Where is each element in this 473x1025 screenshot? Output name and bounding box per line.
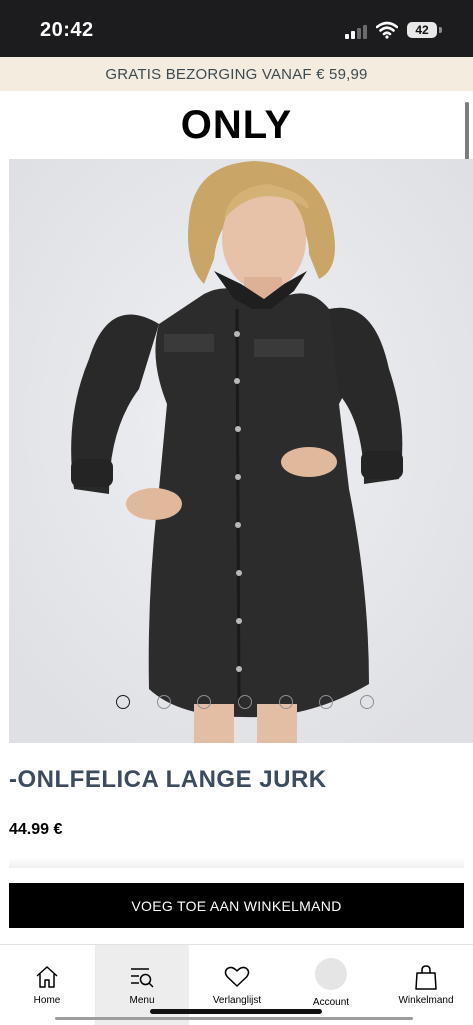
heart-icon	[224, 966, 250, 987]
nav-label-home: Home	[33, 995, 61, 1006]
brand-logo[interactable]: ONLY	[0, 103, 473, 147]
carousel-dot-2[interactable]	[157, 695, 171, 709]
carousel-dot-3[interactable]	[197, 695, 211, 709]
avatar	[315, 958, 347, 990]
menu-search-icon	[131, 968, 154, 988]
nav-label-wishlist: Verlanglijst	[212, 995, 262, 1006]
model-illustration	[9, 159, 473, 743]
shopping-bag-icon	[415, 965, 437, 990]
status-time: 20:42	[40, 19, 94, 41]
product-image[interactable]	[9, 159, 473, 743]
product-price: 44.99 €	[9, 821, 63, 838]
nav-label-menu: Menu	[129, 995, 155, 1006]
battery-tip	[439, 27, 442, 33]
nav-label-account: Account	[312, 997, 350, 1008]
battery-indicator: 42	[407, 22, 437, 38]
wifi-icon	[376, 21, 398, 39]
carousel-dot-5[interactable]	[279, 695, 293, 709]
nav-item-cart[interactable]: Winkelmand	[379, 945, 473, 1025]
browser-bottom-bar	[55, 1017, 413, 1020]
carousel-dot-4[interactable]	[238, 695, 252, 709]
carousel-dot-7[interactable]	[360, 695, 374, 709]
cellular-signal-icon	[345, 24, 371, 39]
divider	[9, 858, 464, 868]
home-icon	[36, 966, 58, 988]
nav-label-cart: Winkelmand	[398, 995, 454, 1006]
add-to-cart-button[interactable]: VOEG TOE AAN WINKELMAND	[9, 883, 464, 928]
carousel-dot-1[interactable]	[116, 695, 130, 709]
image-carousel-dots	[0, 695, 473, 713]
home-indicator[interactable]	[150, 1009, 322, 1014]
nav-item-home[interactable]: Home	[0, 945, 94, 1025]
carousel-dot-6[interactable]	[319, 695, 333, 709]
status-bar: 20:42 42	[0, 0, 473, 57]
product-title: -ONLFELICA LANGE JURK	[9, 766, 327, 793]
promo-banner[interactable]: GRATIS BEZORGING VANAF € 59,99	[0, 57, 473, 91]
